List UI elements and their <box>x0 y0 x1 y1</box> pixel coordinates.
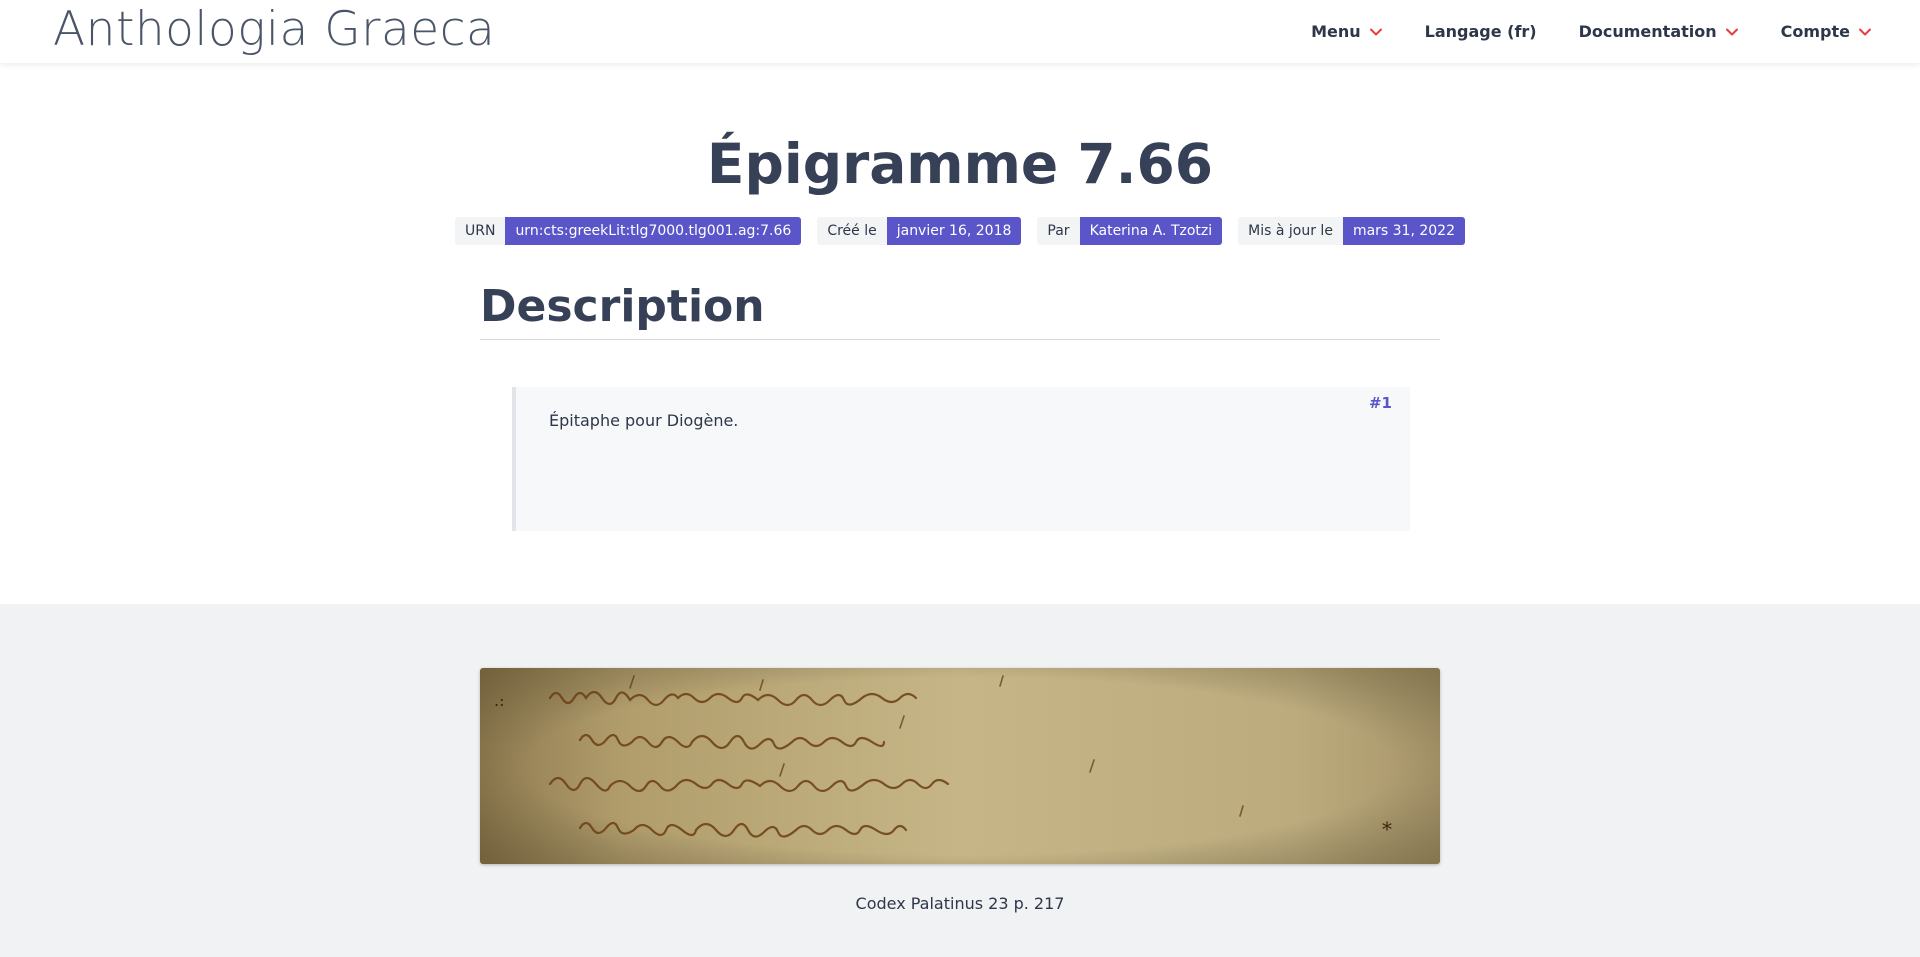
chevron-down-icon <box>1725 28 1738 35</box>
manuscript-image[interactable]: .: * <box>480 668 1440 864</box>
description-anchor-link[interactable]: #1 <box>1369 394 1392 412</box>
chevron-down-icon <box>1859 28 1871 35</box>
meta-author-value[interactable]: Katerina A. Tzotzi <box>1079 217 1223 245</box>
meta-created-value: janvier 16, 2018 <box>886 217 1022 245</box>
nav-menu-label: Menu <box>1311 22 1361 41</box>
nav-language-label: Langage (fr) <box>1424 22 1537 41</box>
main-nav: Menu Langage (fr) Documentation Compte <box>1269 0 1872 63</box>
manuscript-section: .: * Codex Palatinus 23 p. 217 <box>0 604 1920 957</box>
page-title: Épigramme 7.66 <box>706 132 1214 196</box>
description-heading: Description <box>480 281 1440 340</box>
meta-created-label: Créé le <box>817 217 887 245</box>
top-navbar: Anthologia Graeca Menu Langage (fr) Docu… <box>0 0 1920 63</box>
svg-text:*: * <box>1382 817 1392 841</box>
meta-urn-label: URN <box>454 217 506 245</box>
meta-urn: URN urn:cts:greekLit:tlg7000.tlg001.ag:7… <box>454 217 802 245</box>
nav-menu[interactable]: Menu <box>1311 22 1383 41</box>
nav-documentation-label: Documentation <box>1578 22 1717 41</box>
meta-urn-value: urn:cts:greekLit:tlg7000.tlg001.ag:7.66 <box>505 217 802 245</box>
nav-documentation[interactable]: Documentation <box>1579 22 1739 41</box>
description-text: Épitaphe pour Diogène. <box>549 411 739 430</box>
manuscript-caption: Codex Palatinus 23 p. 217 <box>855 894 1065 913</box>
nav-account-label: Compte <box>1780 22 1850 41</box>
nav-language[interactable]: Langage (fr) <box>1425 22 1537 41</box>
svg-text:.:: .: <box>494 691 504 710</box>
epigram-meta: URN urn:cts:greekLit:tlg7000.tlg001.ag:7… <box>0 217 1920 245</box>
chevron-down-icon <box>1369 28 1382 35</box>
meta-created: Créé le janvier 16, 2018 <box>817 217 1022 245</box>
nav-account[interactable]: Compte <box>1781 22 1872 41</box>
manuscript-image-icon: .: * <box>480 668 1440 864</box>
meta-updated: Mis à jour le mars 31, 2022 <box>1238 217 1465 245</box>
meta-updated-value: mars 31, 2022 <box>1342 217 1465 245</box>
site-brand-link[interactable]: Anthologia Graeca <box>53 2 495 58</box>
meta-updated-label: Mis à jour le <box>1238 217 1343 245</box>
meta-author-label: Par <box>1037 217 1080 245</box>
meta-author: Par Katerina A. Tzotzi <box>1037 217 1223 245</box>
main-content: Épigramme 7.66 URN urn:cts:greekLit:tlg7… <box>0 63 1920 604</box>
description-card: Épitaphe pour Diogène. #1 <box>512 387 1410 531</box>
